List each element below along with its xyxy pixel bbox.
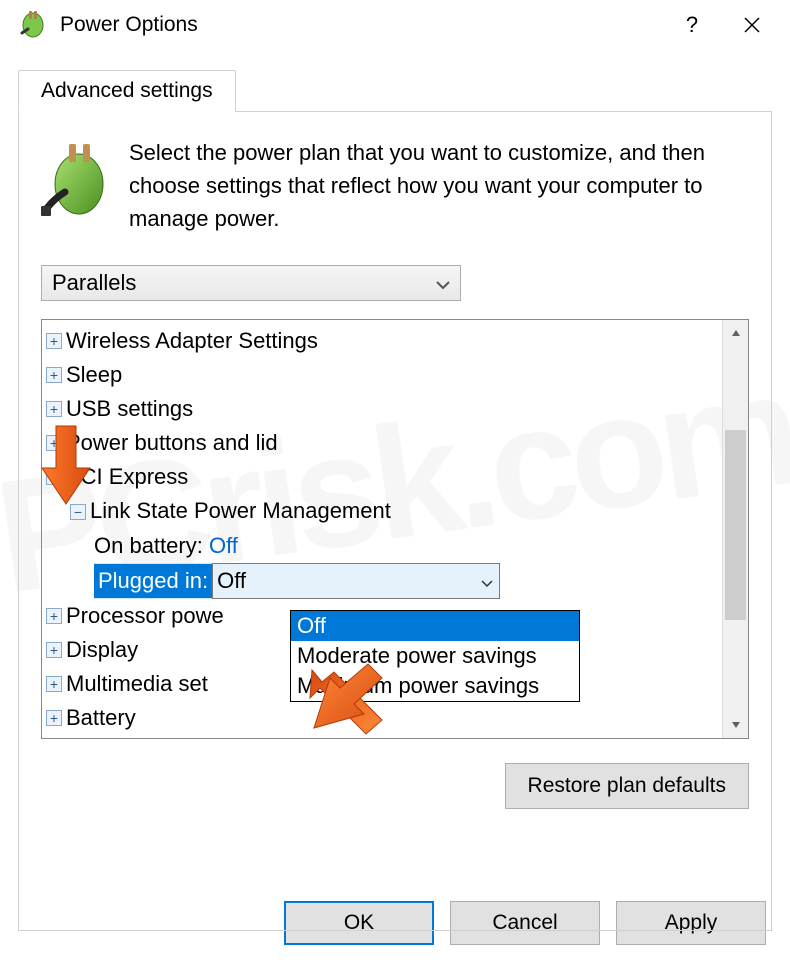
restore-defaults-button[interactable]: Restore plan defaults — [505, 763, 749, 809]
expand-icon[interactable]: + — [46, 367, 62, 383]
scroll-down-icon[interactable] — [723, 712, 748, 738]
on-battery-value[interactable]: Off — [209, 529, 238, 563]
scroll-thumb[interactable] — [725, 430, 746, 620]
expand-icon[interactable]: + — [46, 642, 62, 658]
tree-item-pci-express[interactable]: −PCI Express — [46, 460, 744, 494]
expand-icon[interactable]: + — [46, 435, 62, 451]
expand-icon[interactable]: + — [46, 333, 62, 349]
battery-icon — [41, 136, 109, 235]
expand-icon[interactable]: + — [46, 401, 62, 417]
tree-item-wireless[interactable]: +Wireless Adapter Settings — [46, 324, 744, 358]
settings-tree: +Wireless Adapter Settings +Sleep +USB s… — [41, 319, 749, 739]
close-button[interactable] — [722, 0, 782, 50]
tree-item-plugged-in[interactable]: Plugged in: Off — [94, 563, 744, 599]
plugged-in-dropdown[interactable]: Off — [212, 563, 500, 599]
tab-advanced-settings[interactable]: Advanced settings — [18, 70, 236, 112]
intro-text: Select the power plan that you want to c… — [129, 136, 749, 235]
plugged-in-label: Plugged in: — [94, 564, 212, 598]
dropdown-option-moderate[interactable]: Moderate power savings — [291, 641, 579, 671]
window-title: Power Options — [60, 13, 662, 37]
help-button[interactable]: ? — [662, 0, 722, 50]
chevron-down-icon — [436, 270, 450, 296]
dropdown-option-maximum[interactable]: Maximum power savings — [291, 671, 579, 701]
collapse-icon[interactable]: − — [46, 469, 62, 485]
scroll-up-icon[interactable] — [723, 320, 748, 346]
chevron-down-icon — [481, 564, 493, 598]
expand-icon[interactable]: + — [46, 608, 62, 624]
collapse-icon[interactable]: − — [70, 504, 86, 520]
dropdown-popup: Off Moderate power savings Maximum power… — [290, 610, 580, 702]
dropdown-option-off[interactable]: Off — [291, 611, 579, 641]
tree-item-on-battery[interactable]: On battery: Off — [94, 529, 744, 563]
scrollbar[interactable] — [722, 320, 748, 738]
power-plan-value: Parallels — [52, 270, 136, 296]
tree-item-usb[interactable]: +USB settings — [46, 392, 744, 426]
power-icon — [18, 9, 48, 42]
expand-icon[interactable]: + — [46, 710, 62, 726]
titlebar: Power Options ? — [0, 0, 790, 50]
tree-item-link-state[interactable]: −Link State Power Management — [70, 494, 744, 528]
power-plan-select[interactable]: Parallels — [41, 265, 461, 301]
tree-item-sleep[interactable]: +Sleep — [46, 358, 744, 392]
tree-item-power-buttons[interactable]: +Power buttons and lid — [46, 426, 744, 460]
expand-icon[interactable]: + — [46, 676, 62, 692]
settings-panel: Select the power plan that you want to c… — [18, 111, 772, 931]
tree-item-battery[interactable]: +Battery — [46, 701, 744, 735]
